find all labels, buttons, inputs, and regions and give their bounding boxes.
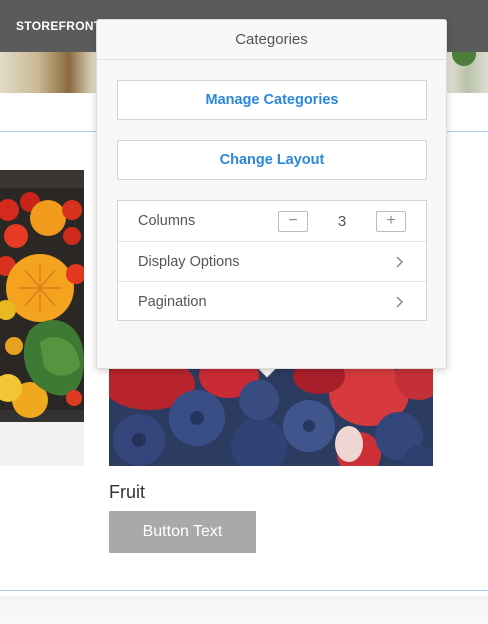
pagination-row[interactable]: Pagination bbox=[118, 281, 426, 321]
chevron-right-icon bbox=[396, 256, 404, 268]
settings-list: Columns − 3 + Display Options Pagination bbox=[117, 200, 427, 321]
section-divider-bottom bbox=[0, 590, 488, 591]
columns-row: Columns − 3 + bbox=[118, 201, 426, 241]
columns-value: 3 bbox=[337, 213, 347, 230]
berries-illustration bbox=[109, 366, 433, 466]
manage-categories-button[interactable]: Manage Categories bbox=[117, 80, 427, 120]
product-image-produce[interactable] bbox=[0, 170, 84, 466]
storefront-page: STOREFRONT Fruit Button Text Categories … bbox=[0, 0, 488, 624]
pagination-label: Pagination bbox=[138, 293, 207, 310]
change-layout-button[interactable]: Change Layout bbox=[117, 140, 427, 180]
popover-title: Categories bbox=[97, 20, 446, 60]
categories-popover: Categories Manage Categories Change Layo… bbox=[96, 19, 447, 369]
display-options-label: Display Options bbox=[138, 253, 240, 270]
footer-strip bbox=[0, 596, 488, 624]
header-image-left bbox=[0, 52, 96, 93]
product-title[interactable]: Fruit bbox=[109, 482, 145, 503]
product-action-button[interactable]: Button Text bbox=[109, 511, 256, 553]
display-options-row[interactable]: Display Options bbox=[118, 241, 426, 281]
product-image-fruit[interactable] bbox=[109, 366, 433, 466]
columns-increment-button[interactable]: + bbox=[376, 211, 406, 232]
chevron-right-icon bbox=[396, 296, 404, 308]
plus-icon: + bbox=[386, 212, 396, 229]
columns-decrement-button[interactable]: − bbox=[278, 211, 308, 232]
brand-logo-text[interactable]: STOREFRONT bbox=[16, 19, 101, 33]
minus-icon: − bbox=[288, 212, 298, 229]
produce-illustration bbox=[0, 170, 84, 466]
columns-label: Columns bbox=[138, 213, 196, 229]
